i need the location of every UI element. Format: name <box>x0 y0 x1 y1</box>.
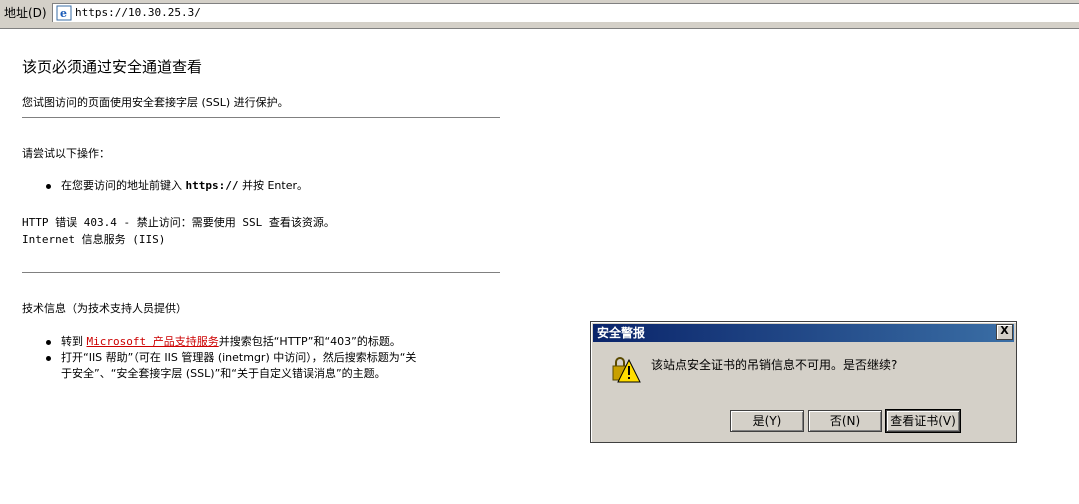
svg-text:e: e <box>60 7 67 20</box>
support-link[interactable]: Microsoft 产品支持服务 <box>87 335 219 348</box>
tech-list: 转到 Microsoft 产品支持服务并搜索包括“HTTP”和“403”的标题。… <box>46 334 416 382</box>
no-button[interactable]: 否(N) <box>808 410 882 432</box>
server-line: Internet 信息服务 (IIS) <box>22 233 166 246</box>
error-line: HTTP 错误 403.4 - 禁止访问：需要使用 SSL 查看该资源。 <box>22 216 335 229</box>
try-list: 在您要访问的地址前键入 https:// 并按 Enter。 <box>46 178 308 194</box>
try-heading: 请尝试以下操作： <box>22 147 110 160</box>
address-bar: 地址(D) e https://10.30.25.3/ <box>0 0 1079 29</box>
dialog-message: 该站点安全证书的吊销信息不可用。是否继续? <box>651 358 898 372</box>
list-item: 转到 Microsoft 产品支持服务并搜索包括“HTTP”和“403”的标题。 <box>46 334 416 350</box>
close-button[interactable]: X <box>996 324 1013 340</box>
divider <box>22 117 500 118</box>
address-url: https://10.30.25.3/ <box>75 6 201 19</box>
ie-page-icon: e <box>56 5 72 21</box>
ssl-notice: 您试图访问的页面使用安全套接字层 (SSL) 进行保护。 <box>22 96 289 109</box>
warning-lock-icon <box>609 354 641 386</box>
address-input[interactable]: e https://10.30.25.3/ <box>52 3 1079 22</box>
tech-heading: 技术信息（为技术支持人员提供） <box>22 302 187 315</box>
list-item: 在您要访问的地址前键入 https:// 并按 Enter。 <box>46 178 308 194</box>
address-label: 地址(D) <box>4 6 47 20</box>
security-alert-dialog: 安全警报 X 该站点安全证书的吊销信息不可用。是否继续? 是(Y) 否(N) 查… <box>590 321 1017 443</box>
divider <box>22 272 500 273</box>
list-item: 打开“IIS 帮助”（可在 IIS 管理器 (inetmgr) 中访问），然后搜… <box>46 350 416 366</box>
dialog-title: 安全警报 <box>593 324 1014 342</box>
view-certificate-button[interactable]: 查看证书(V) <box>885 409 961 433</box>
page-title: 该页必须通过安全通道查看 <box>22 58 203 76</box>
yes-button[interactable]: 是(Y) <box>730 410 804 432</box>
list-item-continuation: 于安全”、“安全套接字层 (SSL)”和“关于自定义错误消息”的主题。 <box>61 367 386 380</box>
